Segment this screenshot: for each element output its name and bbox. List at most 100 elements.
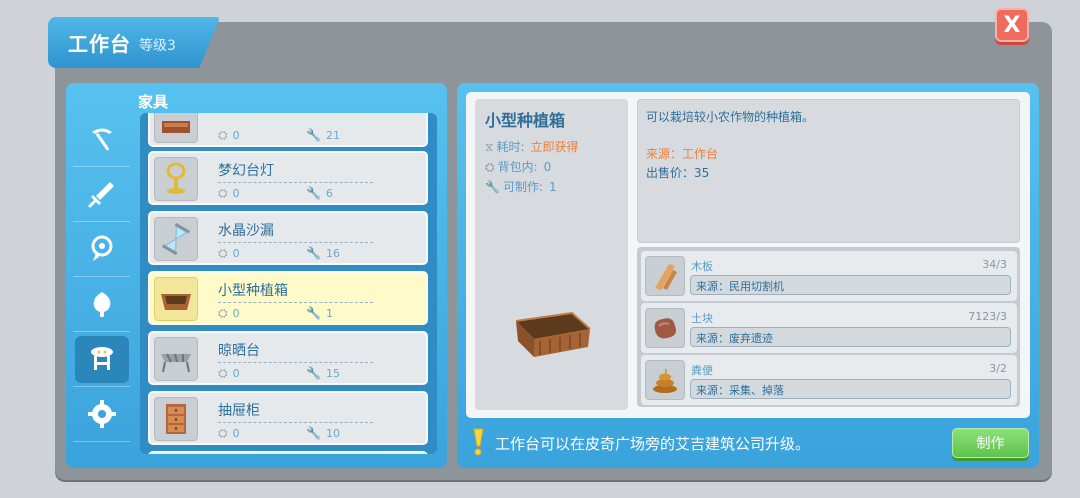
- material-source: 来源：采集、掉落: [690, 379, 1011, 399]
- food-icon: [91, 235, 112, 261]
- pickaxe-icon: [91, 128, 112, 151]
- workbench-level: 等级3: [139, 37, 176, 54]
- item-stats: ⛭ 0 🔧 1: [218, 306, 333, 321]
- wrench-icon: 🔧: [306, 426, 321, 440]
- material-qty: 34/3: [982, 258, 1007, 271]
- tab-potions[interactable]: [73, 277, 130, 332]
- wrench-icon: 🔧: [306, 366, 321, 380]
- hourglass-icon: ⧖: [485, 140, 494, 154]
- item-name: 水晶沙漏: [218, 220, 373, 243]
- craftable-count: 16: [325, 247, 340, 260]
- craftable-row: 🔧 可制作: 1: [485, 178, 557, 195]
- wrench-icon: 🔧: [306, 128, 321, 142]
- bag-icon: ⛭: [218, 128, 228, 142]
- exclamation-icon: [473, 428, 484, 456]
- title-tab: 工作台 等级3: [48, 17, 220, 68]
- material-name: 土块: [691, 312, 713, 325]
- gear-icon: [87, 400, 116, 428]
- bag-icon: ⛭: [485, 160, 495, 174]
- bag-icon: ⛭: [218, 366, 228, 380]
- upgrade-tip: 工作台可以在皮奇广场旁的艾吉建筑公司升级。: [495, 435, 811, 453]
- bed-icon: [154, 113, 198, 143]
- bag-count: 0: [232, 129, 240, 142]
- bag-icon: ⛭: [218, 306, 228, 320]
- bag-icon: ⛭: [218, 186, 228, 200]
- wrench-icon: 🔧: [306, 246, 321, 260]
- wrench-icon: 🔧: [306, 306, 321, 320]
- craftable-count: 1: [325, 307, 333, 320]
- bag-count: 0: [232, 187, 240, 200]
- sword-icon: [88, 182, 114, 208]
- item-name: 晾晒台: [218, 340, 373, 363]
- description-box: 可以栽培较小农作物的种植箱。 来源：工作台 出售价：35: [637, 99, 1020, 243]
- bag-count: 0: [232, 247, 240, 260]
- material-qty: 7123/3: [968, 310, 1007, 323]
- source-text: 来源：工作台: [646, 147, 719, 161]
- list-item-small-planter[interactable]: 小型种植箱 ⛭ 0 🔧 1: [148, 271, 428, 325]
- planter-preview-image: [515, 311, 591, 357]
- bag-count: 0: [232, 307, 240, 320]
- list-item-dream-lamp[interactable]: 梦幻台灯 ⛭ 0 🔧 6: [148, 151, 428, 205]
- bag-icon: ⛭: [218, 426, 228, 440]
- sell-price: 出售价：35: [646, 166, 710, 180]
- tab-weapons[interactable]: [73, 167, 130, 222]
- item-stats: ⛭ 0 🔧 6: [218, 186, 333, 201]
- bag-icon: ⛭: [218, 246, 228, 260]
- craftable-count: 10: [325, 427, 340, 440]
- material-row-manure[interactable]: 粪便 3/2 来源：采集、掉落: [641, 355, 1017, 405]
- furniture-icon: [90, 347, 113, 370]
- active-tab-highlight: [74, 335, 129, 383]
- hourglass-icon: [154, 217, 198, 261]
- craft-time-row: ⧖ 耗时: 立即获得: [485, 138, 579, 155]
- bag-count: 0: [232, 367, 240, 380]
- item-name: 抽屉柜: [218, 400, 373, 423]
- item-stats: ⛭ 0 🔧 21: [218, 128, 340, 143]
- item-stats: ⛭ 0 🔧 16: [218, 246, 340, 261]
- close-button[interactable]: X: [995, 8, 1029, 42]
- category-tabs: [73, 112, 130, 442]
- list-item-partial[interactable]: [148, 451, 428, 454]
- tab-furniture[interactable]: [73, 332, 130, 387]
- potion-icon: [93, 292, 110, 317]
- time-label: 耗时:: [496, 140, 525, 154]
- material-row-plank[interactable]: 木板 34/3 来源：民用切割机: [641, 251, 1017, 301]
- craftable-count: 6: [325, 187, 333, 200]
- item-name: 小型种植箱: [218, 280, 373, 303]
- plank-icon: [645, 256, 685, 296]
- material-name: 木板: [691, 260, 713, 273]
- craft-label: 可制作:: [502, 180, 543, 194]
- material-source: 来源：废弃遗迹: [690, 327, 1011, 347]
- bag-count-row: ⛭ 背包内: 0: [485, 158, 551, 175]
- material-name: 粪便: [691, 364, 713, 377]
- material-qty: 3/2: [989, 362, 1007, 375]
- drawer-icon: [154, 397, 198, 441]
- recipe-list[interactable]: ⛭ 0 🔧 21 梦幻台灯 ⛭ 0 🔧 6 水晶沙漏 ⛭ 0 🔧 16 小型种植箱 ⛭ 0 🔧: [140, 113, 437, 454]
- manure-icon: [645, 360, 685, 400]
- tab-tools[interactable]: [73, 112, 130, 167]
- list-item-crystal-hourglass[interactable]: 水晶沙漏 ⛭ 0 🔧 16: [148, 211, 428, 265]
- tab-gears[interactable]: [73, 387, 130, 442]
- material-row-dirt[interactable]: 土块 7123/3 来源：废弃遗迹: [641, 303, 1017, 353]
- lamp-icon: [154, 157, 198, 201]
- bag-value: 0: [543, 160, 552, 174]
- bag-count: 0: [232, 427, 240, 440]
- list-item-drawer-cabinet[interactable]: 抽屉柜 ⛭ 0 🔧 10: [148, 391, 428, 445]
- dirt-icon: [645, 308, 685, 348]
- category-title: 家具: [138, 93, 169, 111]
- craft-value: 1: [549, 180, 557, 194]
- drying-rack-icon: [154, 337, 198, 381]
- bag-label: 背包内:: [497, 160, 538, 174]
- detail-item-name: 小型种植箱: [485, 111, 566, 130]
- list-item-bed[interactable]: ⛭ 0 🔧 21: [148, 113, 428, 147]
- tab-food[interactable]: [73, 222, 130, 277]
- material-source: 来源：民用切割机: [690, 275, 1011, 295]
- planter-icon: [154, 277, 198, 321]
- item-stats: ⛭ 0 🔧 10: [218, 426, 340, 441]
- craftable-count: 15: [325, 367, 340, 380]
- item-name: 梦幻台灯: [218, 160, 373, 183]
- time-value: 立即获得: [530, 140, 579, 154]
- list-item-drying-rack[interactable]: 晾晒台 ⛭ 0 🔧 15: [148, 331, 428, 385]
- craft-button[interactable]: 制作: [952, 428, 1029, 458]
- item-stats: ⛭ 0 🔧 15: [218, 366, 340, 381]
- description-text: 可以栽培较小农作物的种植箱。: [646, 110, 815, 124]
